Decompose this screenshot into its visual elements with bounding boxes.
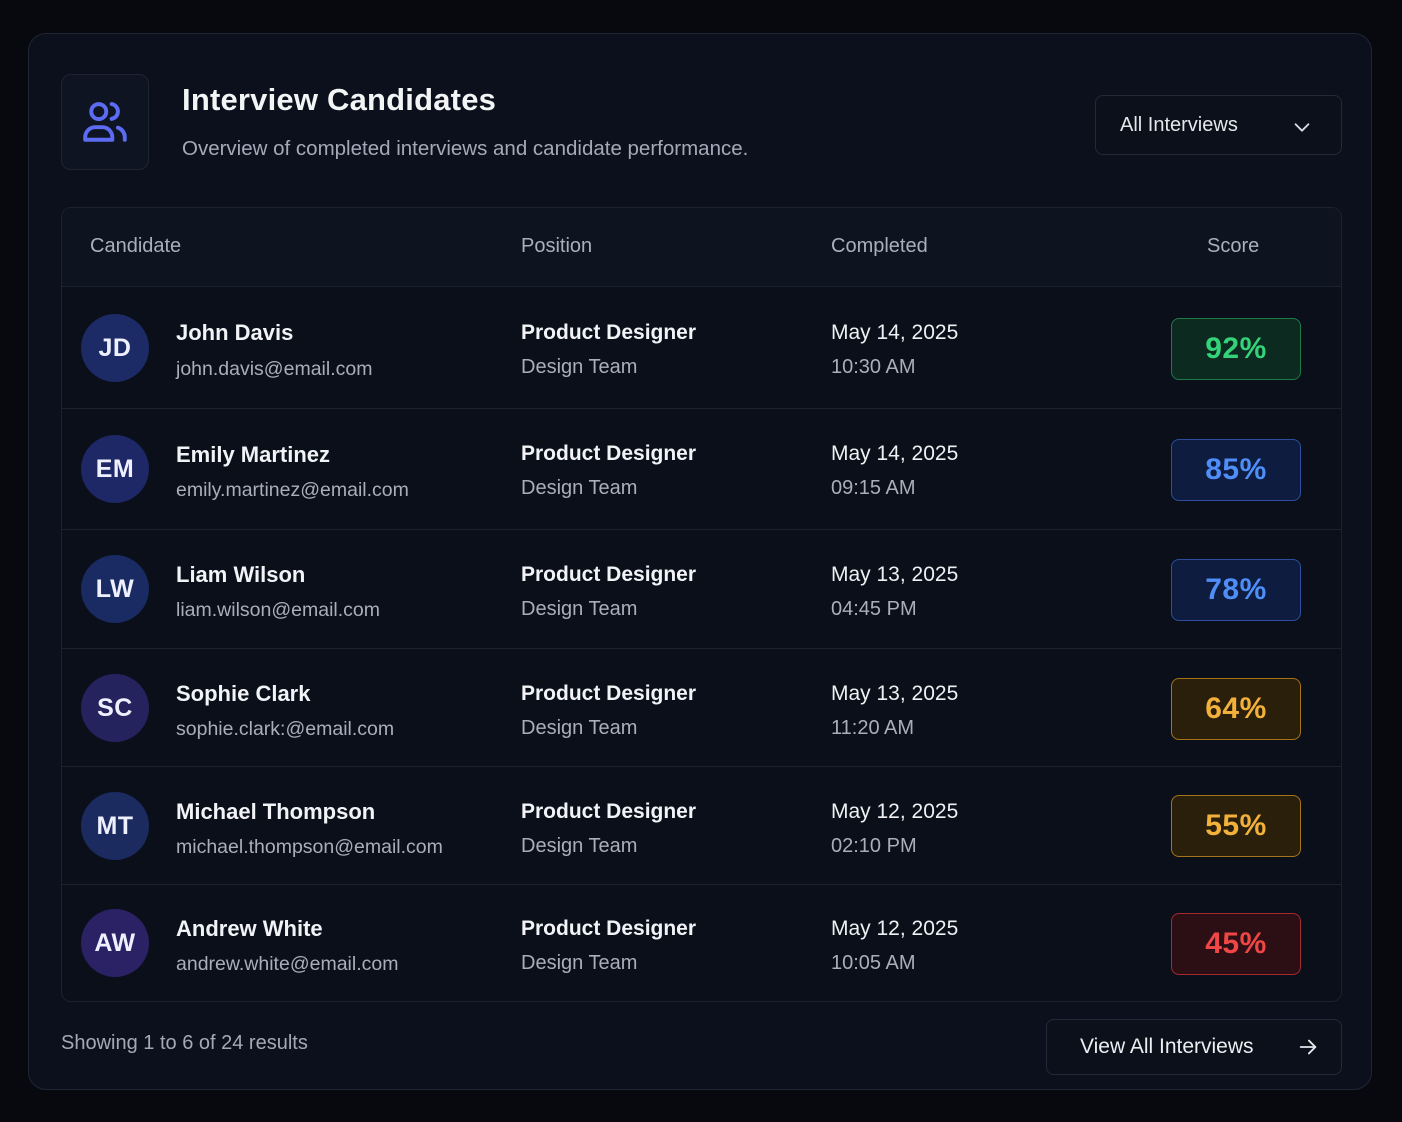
column-header-candidate[interactable]: Candidate <box>90 235 181 258</box>
candidate-email: liam.wilson@email.com <box>176 599 381 621</box>
column-header-completed[interactable]: Completed <box>831 235 928 258</box>
position-team: Design Team <box>521 598 638 620</box>
filter-selected-value: All Interviews <box>1120 113 1238 136</box>
candidate-email: andrew.white@email.com <box>176 953 399 975</box>
candidate-name: Emily Martinez <box>176 442 331 467</box>
position-team: Design Team <box>521 835 638 857</box>
score-badge: 78% <box>1171 559 1301 621</box>
completed-date: May 14, 2025 <box>831 442 959 465</box>
users-icon <box>83 102 127 142</box>
page-subtitle: Overview of completed interviews and can… <box>182 137 749 160</box>
column-header-position[interactable]: Position <box>521 235 592 258</box>
position-title: Product Designer <box>521 917 697 940</box>
avatar: SC <box>81 674 149 742</box>
avatar: EM <box>81 435 149 503</box>
avatar: AW <box>81 909 149 977</box>
score-badge: 85% <box>1171 439 1301 501</box>
avatar: JD <box>81 314 149 382</box>
completed-date: May 12, 2025 <box>831 800 959 823</box>
position-title: Product Designer <box>521 682 697 705</box>
completed-date: May 14, 2025 <box>831 321 959 344</box>
column-header-score[interactable]: Score <box>1207 235 1259 258</box>
candidate-email: john.davis@email.com <box>176 358 373 380</box>
position-team: Design Team <box>521 477 638 499</box>
completed-time: 09:15 AM <box>831 477 916 499</box>
table-header: Candidate Position Completed Score <box>62 208 1341 287</box>
completed-date: May 13, 2025 <box>831 563 959 586</box>
completed-time: 10:05 AM <box>831 952 916 974</box>
position-team: Design Team <box>521 952 638 974</box>
table-row[interactable]: SC Sophie Clark sophie.clark:@email.com … <box>62 649 1341 767</box>
candidate-name: Liam Wilson <box>176 562 306 587</box>
candidate-name: John Davis <box>176 320 294 345</box>
table-row[interactable]: AW Andrew White andrew.white@email.com P… <box>62 885 1341 1001</box>
score-badge: 64% <box>1171 678 1301 740</box>
completed-time: 04:45 PM <box>831 598 917 620</box>
candidate-name: Andrew White <box>176 916 323 941</box>
completed-date: May 12, 2025 <box>831 917 959 940</box>
interview-candidates-card: Interview Candidates Overview of complet… <box>28 33 1372 1090</box>
completed-time: 02:10 PM <box>831 835 917 857</box>
completed-time: 10:30 AM <box>831 356 916 378</box>
completed-date: May 13, 2025 <box>831 682 959 705</box>
position-team: Design Team <box>521 717 638 739</box>
score-badge: 92% <box>1171 318 1301 380</box>
score-badge: 45% <box>1171 913 1301 975</box>
view-all-label: View All Interviews <box>1080 1035 1254 1058</box>
candidate-name: Sophie Clark <box>176 681 311 706</box>
candidate-email: michael.thompson@email.com <box>176 836 443 858</box>
candidates-table: Candidate Position Completed Score JD Jo… <box>61 207 1342 1002</box>
completed-time: 11:20 AM <box>831 717 915 739</box>
chevron-down-icon <box>1294 123 1310 132</box>
candidate-email: emily.martinez@email.com <box>176 479 409 501</box>
avatar: MT <box>81 792 149 860</box>
position-title: Product Designer <box>521 800 697 823</box>
arrow-right-icon <box>1299 1039 1317 1055</box>
position-title: Product Designer <box>521 563 697 586</box>
candidate-email: sophie.clark:@email.com <box>176 718 395 740</box>
candidate-name: Michael Thompson <box>176 799 376 824</box>
table-row[interactable]: LW Liam Wilson liam.wilson@email.com Pro… <box>62 530 1341 649</box>
view-all-interviews-button[interactable]: View All Interviews <box>1046 1019 1342 1075</box>
interview-filter-select[interactable]: All Interviews <box>1095 95 1342 155</box>
table-row[interactable]: MT Michael Thompson michael.thompson@ema… <box>62 767 1341 885</box>
table-row[interactable]: EM Emily Martinez emily.martinez@email.c… <box>62 409 1341 530</box>
table-row[interactable]: JD John Davis john.davis@email.com Produ… <box>62 287 1341 409</box>
header-icon-box <box>61 74 149 170</box>
avatar: LW <box>81 555 149 623</box>
position-title: Product Designer <box>521 442 697 465</box>
page-title: Interview Candidates <box>182 82 497 117</box>
position-title: Product Designer <box>521 321 697 344</box>
pagination-summary: Showing 1 to 6 of 24 results <box>61 1032 308 1054</box>
score-badge: 55% <box>1171 795 1301 857</box>
position-team: Design Team <box>521 356 638 378</box>
